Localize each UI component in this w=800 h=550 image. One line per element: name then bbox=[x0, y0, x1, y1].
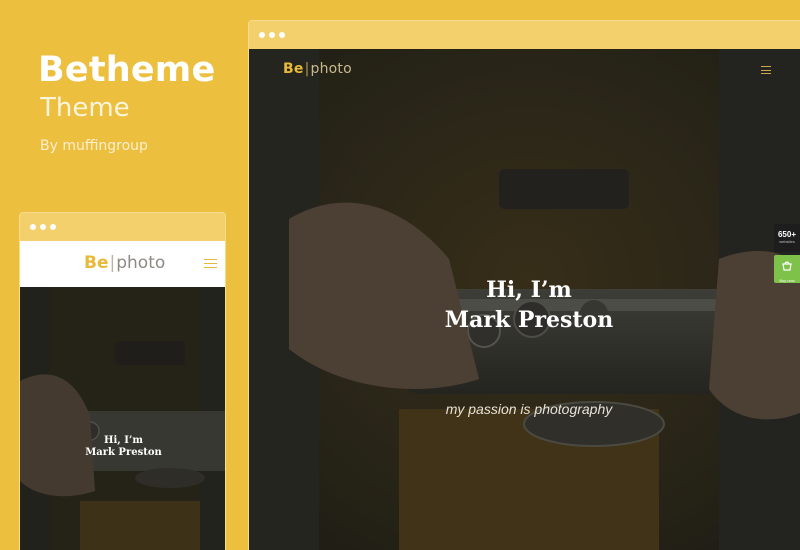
desktop-window-bar bbox=[249, 21, 800, 49]
hero-greeting: Hi, I’m bbox=[486, 277, 572, 303]
desktop-logo[interactable]: Be|photo bbox=[283, 61, 352, 77]
hero-tagline: my passion is photography bbox=[445, 401, 613, 417]
logo-be: Be bbox=[283, 61, 304, 77]
window-dots bbox=[30, 224, 56, 230]
window-dot bbox=[279, 32, 285, 38]
mobile-logo[interactable]: Be|photo bbox=[84, 253, 165, 273]
hamburger-icon[interactable] bbox=[204, 259, 217, 271]
logo-photo: photo bbox=[310, 61, 352, 77]
websites-count-label: websites bbox=[779, 239, 795, 244]
desktop-hero-screen: Be|photo Hi, I’m Mark Preston my passion… bbox=[249, 49, 800, 550]
window-dot bbox=[50, 224, 56, 230]
hamburger-icon[interactable] bbox=[761, 66, 771, 77]
desktop-browser-frame: Be|photo Hi, I’m Mark Preston my passion… bbox=[248, 20, 800, 550]
logo-photo: photo bbox=[116, 253, 166, 273]
window-dot bbox=[30, 224, 36, 230]
mobile-hero-screen bbox=[20, 241, 225, 550]
websites-count: 650+ bbox=[777, 230, 797, 239]
mobile-hero-overlay bbox=[20, 241, 225, 550]
buy-now-label: Buy now bbox=[779, 278, 795, 283]
logo-be: Be bbox=[84, 253, 109, 273]
logo-separator: | bbox=[304, 61, 310, 77]
brand-subtitle: Theme bbox=[40, 93, 130, 123]
mobile-hero-greeting: Hi, I’m bbox=[104, 435, 143, 446]
websites-count-badge[interactable]: 650+ websites bbox=[774, 224, 800, 252]
mobile-hero-name: Mark Preston bbox=[85, 447, 162, 458]
logo-separator: | bbox=[109, 253, 116, 273]
hero-name: Mark Preston bbox=[444, 307, 614, 333]
mobile-window-bar bbox=[20, 213, 225, 241]
window-dot bbox=[269, 32, 275, 38]
buy-now-badge[interactable]: Buy now bbox=[774, 255, 800, 283]
window-dot bbox=[40, 224, 46, 230]
brand-title: Betheme bbox=[38, 50, 216, 90]
window-dot bbox=[259, 32, 265, 38]
cart-icon bbox=[782, 261, 792, 271]
mobile-header: Be|photo bbox=[20, 241, 225, 287]
mobile-browser-frame: Be|photo Hi, I’m Mark Preston bbox=[19, 212, 226, 550]
brand-byline: By muffingroup bbox=[40, 138, 148, 154]
window-dots bbox=[259, 32, 285, 38]
